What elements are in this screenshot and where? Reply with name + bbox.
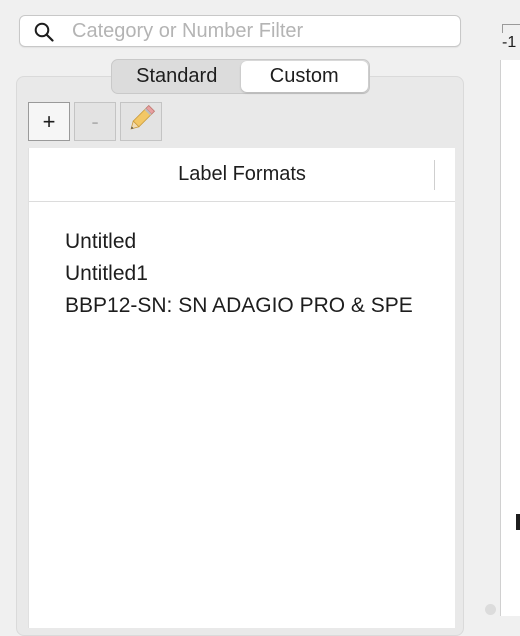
- canvas-edge[interactable]: [500, 60, 520, 616]
- tab-custom[interactable]: Custom: [240, 61, 368, 92]
- canvas-marker: [516, 514, 520, 530]
- label-formats-table: Label Formats Untitled Untitled1 BBP12-S…: [28, 148, 455, 628]
- add-button[interactable]: +: [28, 102, 70, 141]
- remove-button[interactable]: -: [74, 102, 116, 141]
- ruler-tick: [502, 24, 520, 33]
- column-divider[interactable]: [434, 160, 435, 190]
- label-formats-list: Untitled Untitled1 BBP12-SN: SN ADAGIO P…: [65, 226, 423, 322]
- search-field[interactable]: [19, 15, 461, 47]
- list-item[interactable]: Untitled1: [65, 258, 423, 290]
- list-item[interactable]: BBP12-SN: SN ADAGIO PRO & SPE: [65, 290, 423, 322]
- list-item[interactable]: Untitled: [65, 226, 423, 258]
- column-header-label-formats[interactable]: Label Formats: [29, 148, 455, 202]
- resize-handle[interactable]: [485, 604, 496, 615]
- format-tabs: Standard Custom: [111, 59, 370, 94]
- search-icon: [34, 22, 54, 42]
- tab-standard[interactable]: Standard: [113, 61, 241, 92]
- ruler-label: -1: [502, 34, 517, 51]
- column-header-label: Label Formats: [178, 163, 306, 185]
- search-input[interactable]: [72, 18, 452, 44]
- edit-button[interactable]: [120, 102, 162, 141]
- pencil-icon: [124, 102, 158, 142]
